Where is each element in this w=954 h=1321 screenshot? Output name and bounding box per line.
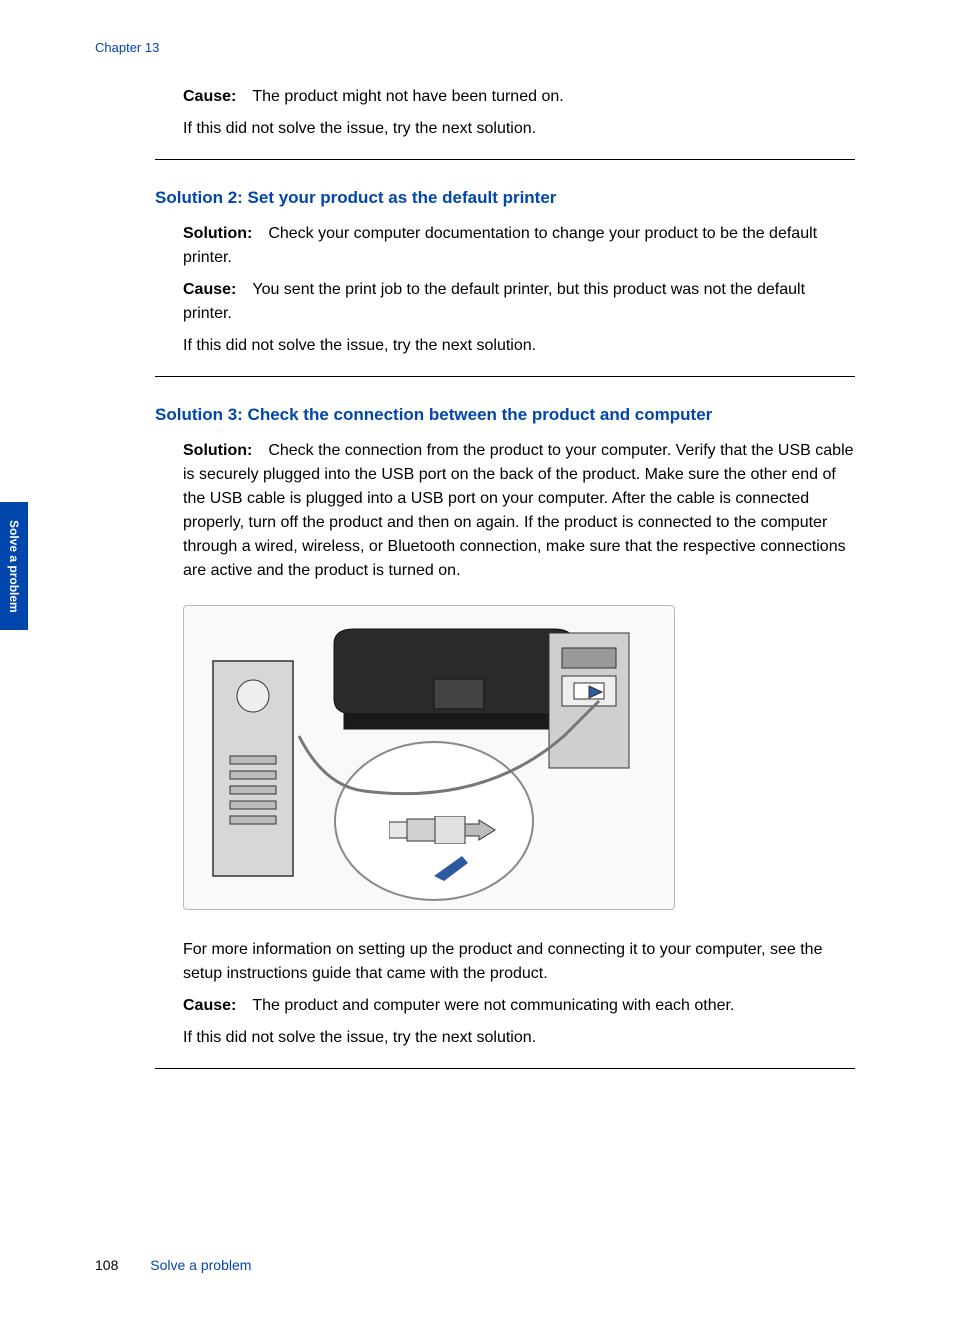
cause-label: Cause: — [183, 997, 236, 1014]
cause-line: Cause: The product and computer were not … — [183, 994, 855, 1018]
cause-text: You sent the print job to the default pr… — [183, 281, 805, 322]
cause-label: Cause: — [183, 281, 236, 298]
solution-2-heading: Solution 2: Set your product as the defa… — [155, 188, 855, 208]
cause-text: The product and computer were not commun… — [252, 997, 734, 1014]
retry-line: If this did not solve the issue, try the… — [183, 1026, 855, 1050]
retry-line: If this did not solve the issue, try the… — [183, 334, 855, 358]
figure-wrapper — [183, 605, 855, 910]
solution-text: Check the connection from the product to… — [183, 442, 854, 579]
cause-label: Cause: — [183, 88, 236, 105]
section-2: Solution 2: Set your product as the defa… — [155, 188, 855, 358]
cause-text: The product might not have been turned o… — [252, 88, 563, 105]
solution-3-heading: Solution 3: Check the connection between… — [155, 405, 855, 425]
section-3: Solution 3: Check the connection between… — [155, 405, 855, 1050]
page-footer: 108 Solve a problem — [95, 1257, 251, 1273]
main-content: Cause: The product might not have been tu… — [155, 85, 855, 1097]
solution-label: Solution: — [183, 225, 252, 242]
chapter-header: Chapter 13 — [95, 40, 159, 55]
usb-connection-figure — [183, 605, 675, 910]
solution-text: Check your computer documentation to cha… — [183, 225, 817, 266]
footer-title: Solve a problem — [150, 1257, 251, 1273]
side-tab-label: Solve a problem — [7, 520, 21, 613]
cable-icon — [184, 606, 675, 910]
cause-line: Cause:You sent the print job to the defa… — [183, 278, 855, 326]
side-tab: Solve a problem — [0, 502, 28, 630]
divider — [155, 159, 855, 160]
solution-line: Solution:Check your computer documentati… — [183, 222, 855, 270]
retry-line: If this did not solve the issue, try the… — [183, 117, 855, 141]
more-info-line: For more information on setting up the p… — [183, 938, 855, 986]
cause-line: Cause: The product might not have been tu… — [183, 85, 855, 109]
solution-line: Solution:Check the connection from the p… — [183, 439, 855, 583]
divider — [155, 376, 855, 377]
page-number: 108 — [95, 1257, 118, 1273]
solution-label: Solution: — [183, 442, 252, 459]
divider — [155, 1068, 855, 1069]
section-1: Cause: The product might not have been tu… — [155, 85, 855, 141]
